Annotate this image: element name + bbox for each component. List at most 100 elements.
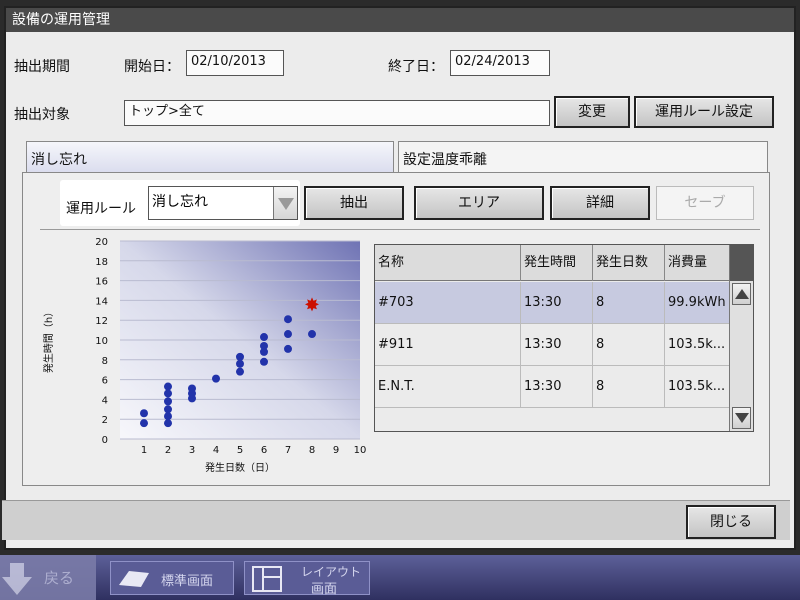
end-date-label: 終了日： (388, 59, 444, 75)
table-row[interactable]: E.N.T. 13:30 8 103.5k... (375, 366, 731, 408)
x-tick-label: 9 (333, 445, 339, 456)
close-button[interactable]: 閉じる (686, 505, 776, 539)
data-point (308, 330, 316, 339)
data-point (212, 374, 220, 383)
x-axis-label: 発生日数（日） (205, 461, 275, 474)
standard-screen-button[interactable]: 標準画面 (110, 561, 234, 595)
data-point (140, 419, 148, 428)
rule-settings-button[interactable]: 運用ルール設定 (634, 96, 774, 128)
table-scrollbar[interactable] (729, 245, 753, 431)
col-consumption-header: 消費量 (668, 255, 708, 270)
data-point (284, 315, 292, 324)
y-tick-label: 10 (95, 336, 108, 347)
data-point (164, 419, 172, 428)
data-point (164, 397, 172, 406)
extract-button[interactable]: 抽出 (304, 186, 404, 220)
detail-button[interactable]: 詳細 (550, 186, 650, 220)
period-label: 抽出期間 (14, 59, 70, 75)
x-tick-label: 4 (213, 445, 219, 456)
scatter-chart-svg: 024681012141618201 2 3 4 5 6 7 8 9 10発生日数（日）発生時間（… (42, 237, 367, 474)
data-point (284, 344, 292, 353)
cell-time: 13:30 (521, 282, 593, 324)
start-date-field[interactable]: 02/10/2013 (186, 50, 284, 76)
y-tick-label: 18 (95, 257, 108, 268)
table-row[interactable]: #911 13:30 8 103.5k... (375, 324, 731, 366)
y-axis-label: 発生時間（h） (42, 307, 55, 373)
table-row[interactable]: #703 13:30 8 99.9kWh (375, 282, 731, 324)
data-point (260, 341, 268, 350)
table-header: 名称 発生時間 発生日数 消費量 (375, 245, 731, 281)
x-tick-label: 1 (141, 445, 147, 456)
data-point (164, 405, 172, 414)
y-tick-label: 0 (102, 435, 108, 446)
scroll-down-arrow-icon[interactable] (732, 407, 751, 429)
toolbar-divider (40, 229, 760, 230)
cell-consumption: 103.5k... (668, 337, 726, 352)
data-point (164, 412, 172, 421)
data-point (236, 359, 244, 368)
y-tick-label: 8 (102, 356, 108, 367)
rule-select-value: 消し忘れ (152, 194, 208, 210)
y-tick-label: 20 (95, 237, 108, 248)
target-label: 抽出対象 (14, 107, 70, 123)
data-point (164, 389, 172, 398)
data-point (140, 409, 148, 418)
target-field: トップ>全て (124, 100, 550, 126)
x-tick-label: 7 (285, 445, 291, 456)
cell-name: E.N.T. (375, 366, 521, 408)
data-point (236, 352, 244, 361)
results-table: 名称 発生時間 発生日数 消費量 #703 13:30 8 99.9kWh #9… (374, 244, 754, 432)
layout-screen-button[interactable]: レイアウト 画面 (244, 561, 370, 597)
col-name-header: 名称 (375, 245, 521, 281)
x-tick-label: 6 (261, 445, 267, 456)
cell-time: 13:30 (521, 324, 593, 366)
rule-label: 運用ルール (66, 201, 136, 217)
area-button[interactable]: エリア (414, 186, 544, 220)
end-date-field[interactable]: 02/24/2013 (450, 50, 550, 76)
x-tick-label: 2 (165, 445, 171, 456)
x-tick-label: 10 (354, 445, 367, 456)
rule-select[interactable]: 消し忘れ (148, 186, 298, 220)
scatter-chart: 0 2 4 6 8 10 12 14 16 18 20 1 2 3 4 5 6 7 8 9 10 発生日数（日） 発生時間（… (40, 236, 370, 478)
y-tick-label: 6 (102, 376, 108, 387)
start-date-label: 開始日： (124, 59, 180, 75)
y-tick-label: 12 (95, 316, 108, 327)
y-tick-label: 2 (102, 415, 108, 426)
layout-icon (252, 566, 282, 592)
y-tick-label: 4 (102, 395, 108, 406)
cell-consumption: 103.5k... (668, 379, 726, 394)
cell-days: 8 (593, 282, 665, 324)
standard-screen-label: 標準画面 (161, 574, 214, 589)
col-time-header: 発生時間 (521, 245, 593, 281)
screen: 設備の運用管理 抽出期間 開始日： 02/10/2013 終了日： 02/24/… (0, 0, 800, 600)
data-point (236, 367, 244, 376)
cell-name: #911 (375, 324, 521, 366)
y-tick-label: 16 (95, 277, 108, 288)
data-point (284, 330, 292, 339)
cell-time: 13:30 (521, 366, 593, 408)
x-tick-label: 8 (309, 445, 315, 456)
save-button: セーブ (656, 186, 754, 220)
cell-days: 8 (593, 366, 665, 408)
window-title: 設備の運用管理 (6, 8, 794, 32)
layout-screen-label-2: 画面 (311, 582, 338, 597)
col-days-header: 発生日数 (593, 245, 665, 281)
data-point (188, 384, 196, 393)
chevron-down-icon[interactable] (273, 187, 297, 219)
cell-days: 8 (593, 324, 665, 366)
x-tick-label: 3 (189, 445, 195, 456)
data-point (260, 357, 268, 366)
x-tick-label: 5 (237, 445, 243, 456)
footer-bar (2, 500, 790, 540)
data-point (164, 382, 172, 391)
cell-consumption: 99.9kWh (668, 295, 726, 310)
taskbar: 戻る 標準画面 レイアウト 画面 (0, 555, 800, 600)
scroll-up-arrow-icon[interactable] (732, 283, 751, 305)
back-button[interactable]: 戻る (0, 555, 96, 600)
data-point (260, 333, 268, 342)
change-button[interactable]: 変更 (554, 96, 630, 128)
cell-name: #703 (375, 282, 521, 324)
screen-icon (119, 571, 149, 587)
back-label: 戻る (44, 569, 75, 587)
y-tick-label: 14 (95, 296, 108, 307)
